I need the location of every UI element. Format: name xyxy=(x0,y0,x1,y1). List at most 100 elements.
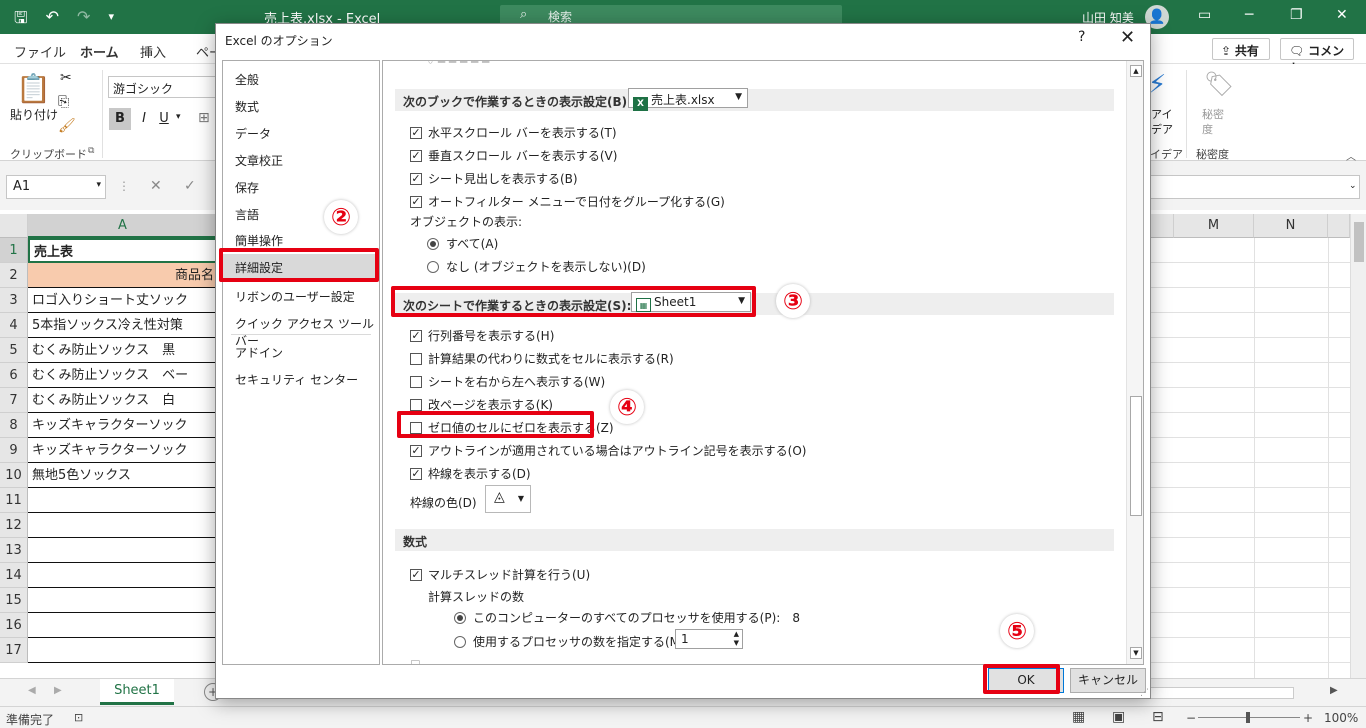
format-painter-icon[interactable]: 🖌 xyxy=(58,118,76,134)
underline-dropdown-icon[interactable]: ▾ xyxy=(176,112,181,122)
expand-formula-icon[interactable]: ⌄ xyxy=(1349,181,1357,191)
threads-all-radio[interactable]: このコンピューターのすべてのプロセッサを使用する(P): 8 xyxy=(454,609,800,626)
sensitivity-label-1[interactable]: 秘密 xyxy=(1202,106,1224,122)
book-option-checkbox[interactable]: ✓ 水平スクロール バーを表示する(T) xyxy=(410,124,617,141)
next-sheet-icon[interactable]: ▶ xyxy=(54,685,62,696)
ideas-label-2[interactable]: デア xyxy=(1151,121,1173,137)
category-10[interactable]: アドイン xyxy=(223,339,379,363)
sheet-tab[interactable]: Sheet1 xyxy=(100,679,174,705)
tab-insert[interactable]: 挿入 xyxy=(140,42,166,61)
paste-label[interactable]: 貼り付け xyxy=(10,106,58,123)
row-header[interactable]: 1 xyxy=(0,238,28,263)
multithread-checkbox[interactable]: ✓ マルチスレッド計算を行う(U) xyxy=(410,566,590,583)
category-8[interactable]: リボンのユーザー設定 xyxy=(223,283,379,307)
category-1[interactable]: 数式 xyxy=(223,93,379,117)
threads-spinner[interactable]: 1 ▲ ▼ xyxy=(675,629,743,649)
row-header[interactable]: 3 xyxy=(0,288,28,313)
options-scroll-thumb[interactable] xyxy=(1130,396,1142,516)
undo-icon[interactable]: ↶ xyxy=(46,7,59,34)
column-header-a[interactable]: A xyxy=(28,214,218,238)
italic-button[interactable]: I xyxy=(136,108,152,130)
book-option-checkbox[interactable]: ✓ 垂直スクロール バーを表示する(V) xyxy=(410,147,617,164)
cell-a8[interactable]: キッズキャラクターソック xyxy=(28,413,218,438)
macro-record-icon[interactable]: ⊡ xyxy=(74,711,83,724)
cell-a1[interactable]: 売上表 xyxy=(28,238,218,263)
normal-view-icon[interactable]: ▦ xyxy=(1072,709,1085,725)
row-header[interactable]: 17 xyxy=(0,638,28,663)
cell-a3[interactable]: ロゴ入りショート丈ソック xyxy=(28,288,218,313)
zoom-slider-thumb[interactable] xyxy=(1246,712,1250,723)
redo-icon[interactable]: ↷ xyxy=(77,7,90,34)
select-all-corner[interactable] xyxy=(0,214,28,238)
object-none-radio[interactable]: なし (オブジェクトを表示しない)(D) xyxy=(427,258,646,275)
cell-a6[interactable]: むくみ防止ソックス ベー xyxy=(28,363,218,388)
spinner-arrows-icon[interactable]: ▲ ▼ xyxy=(734,630,739,648)
scroll-up-icon[interactable]: ▲ xyxy=(1130,65,1142,77)
sheet-option-checkbox[interactable]: ✓ 枠線を表示する(D) xyxy=(410,465,531,482)
category-0[interactable]: 全般 xyxy=(223,66,379,90)
scroll-down-icon[interactable]: ▼ xyxy=(1130,647,1142,659)
cancel-button[interactable]: キャンセル xyxy=(1070,668,1146,693)
cell-a11[interactable] xyxy=(28,488,218,513)
cell-a2[interactable]: 商品名 xyxy=(28,263,218,288)
sensitivity-label-2[interactable]: 度 xyxy=(1202,121,1213,137)
cell-a13[interactable] xyxy=(28,538,218,563)
category-2[interactable]: データ xyxy=(223,120,379,144)
minimize-icon[interactable]: ─ xyxy=(1245,7,1253,23)
row-header[interactable]: 15 xyxy=(0,588,28,613)
underline-button[interactable]: U xyxy=(156,108,172,130)
book-option-checkbox[interactable]: ✓ シート見出しを表示する(B) xyxy=(410,170,578,187)
row-header[interactable]: 5 xyxy=(0,338,28,363)
copy-icon[interactable]: ⎘ xyxy=(58,94,69,110)
cell-a17[interactable] xyxy=(28,638,218,663)
category-4[interactable]: 保存 xyxy=(223,174,379,198)
customize-qat-icon[interactable]: ▾ xyxy=(108,10,114,34)
book-select[interactable]: X 売上表.xlsx ▼ xyxy=(628,88,748,111)
restore-icon[interactable]: ❐ xyxy=(1290,7,1303,23)
font-name-box[interactable]: 游ゴシック xyxy=(108,76,218,98)
comment-button[interactable]: 🗨 コメント xyxy=(1280,38,1354,75)
sheet-option-checkbox[interactable]: ✓ アウトラインが適用されている場合はアウトライン記号を表示する(O) xyxy=(410,442,806,459)
sheet-option-checkbox[interactable]: 計算結果の代わりに数式をセルに表示する(R) xyxy=(410,350,674,367)
cell-a15[interactable] xyxy=(28,588,218,613)
zoom-out-icon[interactable]: − xyxy=(1186,711,1196,725)
cell-a16[interactable] xyxy=(28,613,218,638)
zoom-in-icon[interactable]: + xyxy=(1303,711,1313,725)
row-header[interactable]: 12 xyxy=(0,513,28,538)
dialog-close-button[interactable]: ✕ xyxy=(1120,27,1135,48)
sheet-option-checkbox[interactable]: シートを右から左へ表示する(W) xyxy=(410,373,605,390)
category-3[interactable]: 文章校正 xyxy=(223,147,379,171)
cell-a7[interactable]: むくみ防止ソックス 白 xyxy=(28,388,218,413)
cell-a4[interactable]: 5本指ソックス冷え性対策 xyxy=(28,313,218,338)
scroll-right-icon[interactable]: ▶ xyxy=(1330,685,1338,696)
sheet-option-checkbox[interactable]: ✓ 行列番号を表示する(H) xyxy=(410,327,554,344)
scroll-thumb[interactable] xyxy=(1354,222,1364,262)
threads-manual-radio[interactable]: 使用するプロセッサの数を指定する(M): xyxy=(454,633,689,650)
row-header[interactable]: 14 xyxy=(0,563,28,588)
prev-sheet-icon[interactable]: ◀ xyxy=(28,685,36,696)
zoom-level[interactable]: 100% xyxy=(1324,711,1358,725)
row-header[interactable]: 16 xyxy=(0,613,28,638)
name-box[interactable]: A1 ▾ xyxy=(6,175,106,199)
row-header[interactable]: 10 xyxy=(0,463,28,488)
options-scrollbar[interactable]: ▲ ▼ xyxy=(1126,61,1143,664)
row-header[interactable]: 2 xyxy=(0,263,28,288)
cell-a14[interactable] xyxy=(28,563,218,588)
column-header-n[interactable]: N xyxy=(1254,214,1328,238)
cell-a10[interactable]: 無地5色ソックス xyxy=(28,463,218,488)
column-header-l[interactable] xyxy=(1150,214,1174,238)
confirm-entry-icon[interactable]: ✓ xyxy=(184,178,196,194)
category-11[interactable]: セキュリティ センター xyxy=(223,366,379,390)
share-button[interactable]: ⇪ 共有 xyxy=(1212,38,1270,60)
ribbon-display-icon[interactable]: ▭ xyxy=(1198,7,1211,23)
category-9[interactable]: クイック アクセス ツール バー xyxy=(223,310,379,348)
horizontal-scrollbar[interactable] xyxy=(1150,687,1294,699)
row-header[interactable]: 9 xyxy=(0,438,28,463)
sensitivity-icon[interactable]: 🏷 xyxy=(1204,70,1234,98)
resize-grip-icon[interactable]: ⋰ xyxy=(1140,688,1149,698)
dialog-launcher-icon[interactable]: ⧉ xyxy=(88,146,94,156)
row-header[interactable]: 11 xyxy=(0,488,28,513)
bold-button[interactable]: B xyxy=(109,108,131,130)
page-break-view-icon[interactable]: ⊟ xyxy=(1152,709,1164,725)
ideas-label-1[interactable]: アイ xyxy=(1151,106,1172,122)
